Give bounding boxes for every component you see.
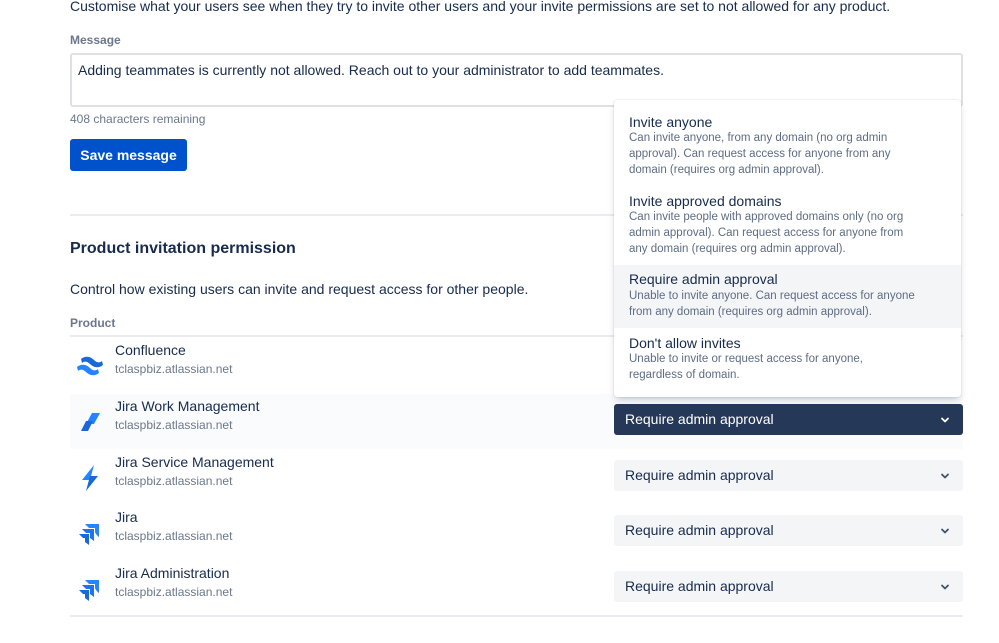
jira-icon	[79, 524, 99, 545]
table-bottom-divider	[70, 615, 963, 617]
product-name: Jira Administration	[115, 565, 230, 581]
permission-select-value: Require admin approval	[625, 411, 774, 427]
option-dont-allow-invites[interactable]: Don't allow invites Unable to invite or …	[614, 328, 961, 393]
permission-select-value: Require admin approval	[625, 578, 774, 594]
permission-select[interactable]: Require admin approval	[614, 571, 963, 602]
table-row: Jira Work Management tclaspbiz.atlassian…	[70, 394, 963, 449]
option-description: Unable to invite anyone. Can request acc…	[629, 290, 915, 318]
option-title: Invite anyone	[629, 114, 713, 130]
product-name: Confluence	[115, 342, 186, 358]
option-require-admin-approval[interactable]: Require admin approval Unable to invite …	[614, 265, 961, 328]
section-description: Control how existing users can invite an…	[70, 281, 529, 297]
intro-text: Customise what your users see when they …	[70, 0, 891, 14]
permission-select-value: Require admin approval	[625, 467, 774, 483]
section-title: Product invitation permission	[70, 240, 296, 257]
permission-select-value: Require admin approval	[625, 522, 774, 538]
chevron-down-icon	[941, 417, 949, 423]
chevron-down-icon	[941, 528, 949, 534]
jira-work-management-icon	[81, 413, 100, 431]
characters-remaining: 408 characters remaining	[70, 112, 206, 126]
product-url: tclaspbiz.atlassian.net	[115, 529, 233, 543]
product-url: tclaspbiz.atlassian.net	[115, 418, 233, 432]
save-message-button[interactable]: Save message	[70, 139, 187, 171]
option-invite-anyone[interactable]: Invite anyone Can invite anyone, from an…	[614, 100, 961, 186]
confluence-icon	[77, 356, 103, 376]
option-description: Can invite anyone, from any domain (no o…	[629, 132, 891, 176]
product-column-header: Product	[70, 316, 116, 330]
table-row: Jira tclaspbiz.atlassian.net Require adm…	[70, 505, 963, 560]
product-name: Jira Service Management	[115, 454, 274, 470]
option-title: Require admin approval	[629, 271, 778, 287]
product-url: tclaspbiz.atlassian.net	[115, 474, 233, 488]
option-title: Don't allow invites	[629, 335, 741, 351]
jira-service-management-icon	[82, 465, 98, 491]
option-title: Invite approved domains	[629, 193, 782, 209]
message-value: Adding teammates is currently not allowe…	[78, 62, 664, 78]
option-description: Can invite people with approved domains …	[629, 211, 904, 255]
message-textarea[interactable]: Adding teammates is currently not allowe…	[70, 53, 963, 107]
option-invite-approved-domains[interactable]: Invite approved domains Can invite peopl…	[614, 186, 961, 265]
message-label: Message	[70, 33, 121, 47]
chevron-down-icon	[941, 584, 949, 590]
jira-icon	[79, 580, 99, 601]
permission-select[interactable]: Require admin approval	[614, 515, 963, 546]
option-description: Unable to invite or request access for a…	[629, 353, 863, 381]
product-name: Jira	[115, 509, 138, 525]
permission-dropdown-menu: Invite anyone Can invite anyone, from an…	[614, 100, 961, 397]
chevron-down-icon	[941, 473, 949, 479]
permission-select[interactable]: Require admin approval	[614, 404, 963, 435]
table-row: Jira Administration tclaspbiz.atlassian.…	[70, 561, 963, 616]
permission-select[interactable]: Require admin approval	[614, 460, 963, 491]
table-row: Jira Service Management tclaspbiz.atlass…	[70, 450, 963, 505]
product-name: Jira Work Management	[115, 398, 260, 414]
product-url: tclaspbiz.atlassian.net	[115, 362, 233, 376]
product-url: tclaspbiz.atlassian.net	[115, 585, 233, 599]
